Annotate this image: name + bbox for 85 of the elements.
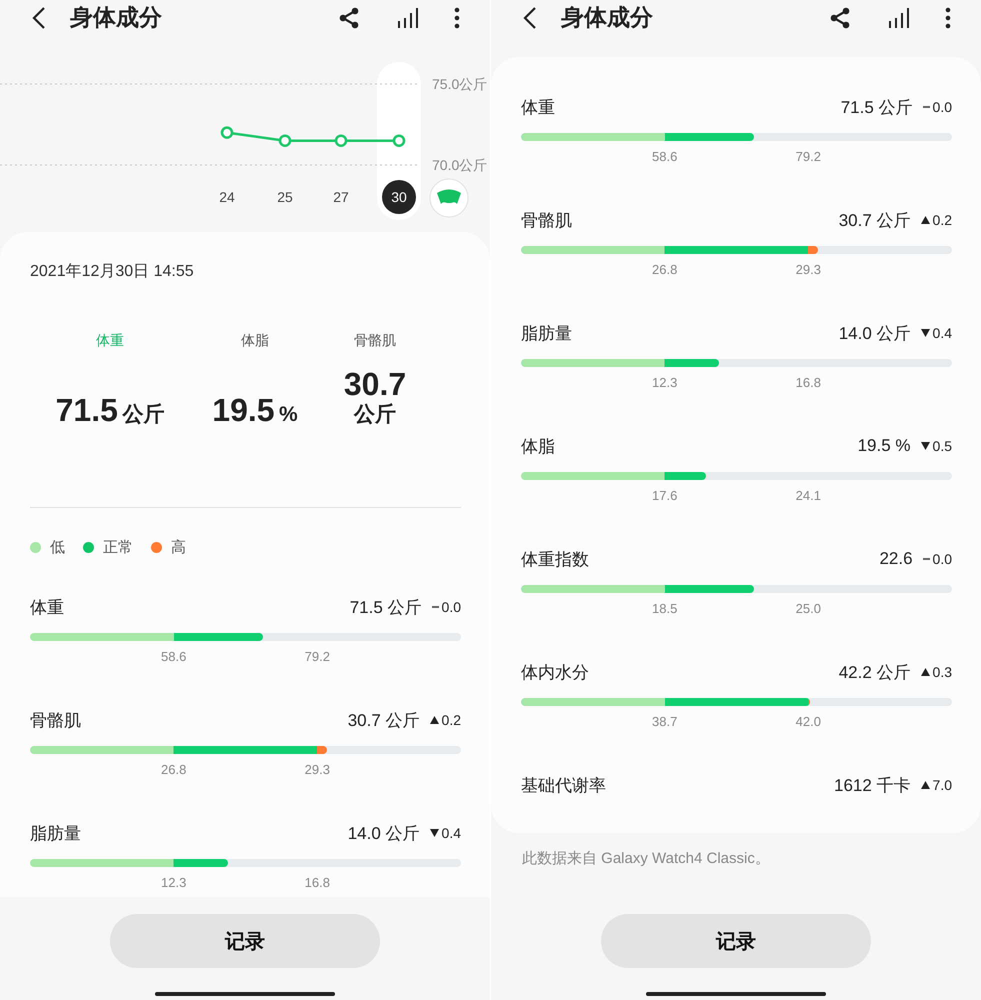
day-label[interactable]: 25 [277,189,293,205]
range-low-label: 17.6 [651,488,678,503]
legend-label: 正常 [103,538,133,557]
metric-value: 19.5 % [858,436,911,456]
back-icon[interactable] [523,6,537,30]
measurement-date: 2021年12月30日 14:55 [30,262,195,282]
change-value: 0.0 [932,99,952,115]
range-high-label: 29.3 [794,262,822,277]
metric-value: 42.2 公斤 [838,662,911,684]
metric-name: 体重指数 [521,548,590,570]
day-label[interactable]: 27 [333,189,349,205]
up-triangle-icon [920,216,930,224]
metric-name: 脂肪量 [30,822,82,844]
dash-icon [922,558,930,560]
range-high-label: 42.0 [794,714,822,729]
metric-value: 14.0 公斤 [838,322,911,344]
dash-icon [432,606,439,608]
bar-chart-icon[interactable] [887,6,909,28]
range-high-label: 24.1 [794,488,822,503]
down-triangle-icon [920,329,930,337]
share-icon[interactable] [829,6,851,28]
range-high-label: 79.2 [304,649,331,664]
range-low-label: 58.6 [160,649,188,664]
range-high-label: 16.8 [304,875,331,890]
share-icon[interactable] [338,6,360,28]
range-high-label: 25.0 [794,601,822,616]
metric-name: 骨骼肌 [30,710,82,732]
record-button[interactable]: 记录 [601,914,871,968]
up-triangle-icon [430,716,439,724]
metric-value: 22.6 [879,549,913,569]
selected-day-circle [382,180,416,214]
bar-chart-icon[interactable] [396,6,418,28]
change-value: 0.4 [442,825,461,841]
more-icon[interactable] [454,6,460,28]
down-triangle-icon [430,829,439,837]
metric-value: 14.0 公斤 [348,822,420,844]
range-high-label: 16.8 [794,375,822,390]
metric-value: 71.5 公斤 [350,596,422,618]
screen-title: 身体成分 [70,3,163,32]
change-value: 0.0 [442,599,461,615]
change-value: 7.0 [932,777,952,793]
change-value: 0.4 [932,325,952,341]
change-value: 0.2 [932,212,952,228]
axis-label: 75.0公斤 [432,76,488,92]
dash-icon [922,106,930,108]
more-icon[interactable] [945,6,951,28]
range-low-label: 12.3 [651,375,678,390]
range-low-label: 18.5 [651,601,678,616]
axis-label: 70.0公斤 [432,157,488,173]
metric-tab[interactable]: 骨骼肌 30.7 公斤 [315,332,435,507]
day-label[interactable]: 30 [391,189,407,205]
range-high-label: 79.2 [794,149,822,164]
change-value: 0.3 [932,664,952,680]
legend-label: 高 [171,538,186,557]
metric-value: 1612 千卡 [834,774,911,796]
range-low-label: 12.3 [160,875,188,890]
day-label[interactable]: 24 [219,189,235,205]
metric-name: 脂肪量 [521,322,573,344]
metric-name: 体脂 [521,436,556,458]
range-low-label: 38.7 [651,714,678,729]
back-icon[interactable] [32,6,46,30]
metric-value: 30.7 公斤 [348,710,420,732]
metric-value: 71.5 公斤 [840,96,913,118]
metric-name: 体内水分 [521,662,590,684]
range-low-label: 26.8 [651,262,678,277]
change-value: 0.2 [442,712,461,728]
metric-tab[interactable]: 体脂 19.5% [195,332,315,507]
screen-title: 身体成分 [561,3,654,32]
record-button[interactable]: 记录 [110,914,380,968]
metric-value: 30.7 公斤 [838,210,911,232]
legend-label: 低 [50,538,65,557]
metric-name: 体重 [521,96,556,118]
range-high-label: 29.3 [304,762,331,777]
up-triangle-icon [920,668,930,676]
metric-name: 体重 [30,596,65,618]
metric-name: 骨骼肌 [521,210,573,232]
up-triangle-icon [920,781,930,789]
down-triangle-icon [920,442,930,450]
range-low-label: 26.8 [160,762,188,777]
metric-name: 基础代谢率 [521,774,607,796]
change-value: 0.0 [932,551,952,567]
change-value: 0.5 [932,438,952,454]
source-note: 此数据来自 Galaxy Watch4 Classic。 [521,849,771,868]
range-low-label: 58.6 [651,149,678,164]
metric-tab[interactable]: 体重 71.5 公斤 [25,332,195,507]
